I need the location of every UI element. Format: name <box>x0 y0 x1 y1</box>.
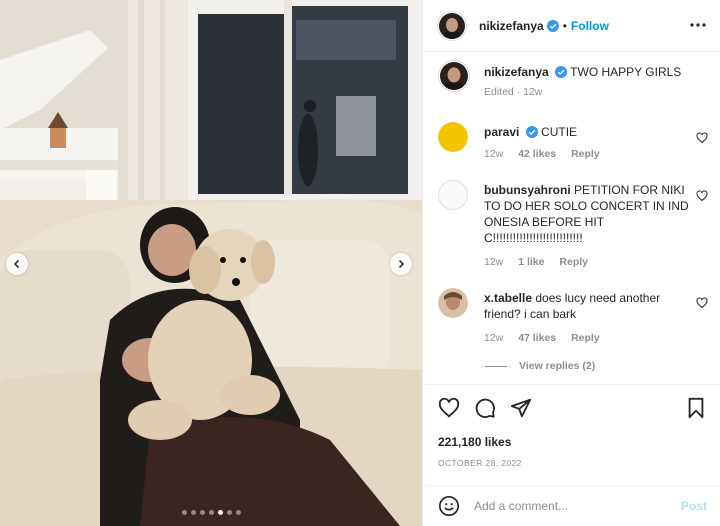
carousel-next-button[interactable] <box>390 253 412 275</box>
heart-icon[interactable] <box>696 132 708 144</box>
carousel-dot <box>208 510 214 515</box>
caption-meta: Edited · 12w <box>484 86 543 98</box>
carousel-indicator <box>0 510 422 515</box>
carousel-prev-button[interactable] <box>6 253 28 275</box>
comment-username[interactable]: x.tabelle <box>484 291 532 305</box>
follow-button[interactable]: Follow <box>571 19 609 33</box>
smile-icon[interactable] <box>438 495 460 517</box>
heart-icon[interactable] <box>696 297 708 309</box>
comment-username[interactable]: paravi <box>484 125 519 139</box>
caption-avatar[interactable] <box>438 60 470 92</box>
comment-likes[interactable]: 42 likes <box>518 148 556 160</box>
heart-icon[interactable] <box>696 190 708 202</box>
post-details-panel: nikizefanya • Follow nikizefanya TWO HAP… <box>422 0 720 526</box>
comment-text: CUTIE <box>541 125 578 139</box>
carousel-dot <box>235 510 241 515</box>
caption-username[interactable]: nikizefanya <box>484 65 549 79</box>
comment-input[interactable] <box>474 499 654 513</box>
view-replies-button[interactable]: View replies (2) <box>485 360 595 372</box>
verified-icon <box>546 19 559 32</box>
commenter-avatar[interactable] <box>438 122 468 152</box>
verified-icon <box>525 126 538 138</box>
chevron-right-icon <box>398 259 405 269</box>
comment-item: x.tabelle does lucy need another friend?… <box>438 288 708 344</box>
carousel-dot <box>217 510 223 515</box>
heart-icon[interactable] <box>438 397 460 419</box>
avatar-image <box>439 12 465 39</box>
avatar-image <box>438 288 468 318</box>
avatar-image <box>438 180 468 210</box>
more-icon[interactable] <box>689 18 707 32</box>
comment-likes[interactable]: 47 likes <box>518 332 556 344</box>
carousel-dot <box>199 510 205 515</box>
comment-username[interactable]: bubunsyahroni <box>484 183 571 197</box>
post-photo[interactable] <box>0 0 422 526</box>
commenter-avatar[interactable] <box>438 180 468 210</box>
add-comment-bar: Post <box>423 485 720 526</box>
comment-item: bubunsyahroni PETITION FOR NIKI TO DO HE… <box>438 180 708 268</box>
bookmark-icon[interactable] <box>685 397 707 419</box>
post-header: nikizefanya • Follow <box>423 0 720 52</box>
avatar-image <box>440 62 468 90</box>
comment-time[interactable]: 12w <box>484 256 503 268</box>
comment-time[interactable]: 12w <box>484 148 503 160</box>
comment-icon[interactable] <box>474 397 496 419</box>
author-username[interactable]: nikizefanya <box>479 19 544 33</box>
reply-button[interactable]: Reply <box>571 332 600 344</box>
post-caption: nikizefanya TWO HAPPY GIRLS Edited · 12w <box>438 60 708 98</box>
verified-icon <box>555 66 568 78</box>
comment-item: paravi CUTIE 12w 42 likes Reply <box>438 122 708 160</box>
reply-button[interactable]: Reply <box>559 256 588 268</box>
avatar-image <box>438 122 468 152</box>
carousel-dot <box>181 510 187 515</box>
comment-likes[interactable]: 1 like <box>518 256 544 268</box>
share-icon[interactable] <box>510 397 532 419</box>
reply-button[interactable]: Reply <box>571 148 600 160</box>
author-avatar[interactable] <box>437 10 467 41</box>
comment-time[interactable]: 12w <box>484 332 503 344</box>
replies-divider <box>485 365 507 367</box>
view-replies-label: View replies (2) <box>519 360 596 372</box>
caption-text: TWO HAPPY GIRLS <box>570 65 682 79</box>
commenter-avatar[interactable] <box>438 288 468 318</box>
chevron-left-icon <box>13 259 20 269</box>
header-separator: • <box>562 18 567 33</box>
carousel-dot <box>226 510 232 515</box>
post-date[interactable]: OCTOBER 28, 2022 <box>438 458 522 468</box>
likes-count[interactable]: 221,180 likes <box>438 435 511 449</box>
carousel-dot <box>190 510 196 515</box>
post-modal: nikizefanya • Follow nikizefanya TWO HAP… <box>0 0 720 526</box>
post-button[interactable]: Post <box>681 499 707 513</box>
photo-image <box>0 0 422 526</box>
